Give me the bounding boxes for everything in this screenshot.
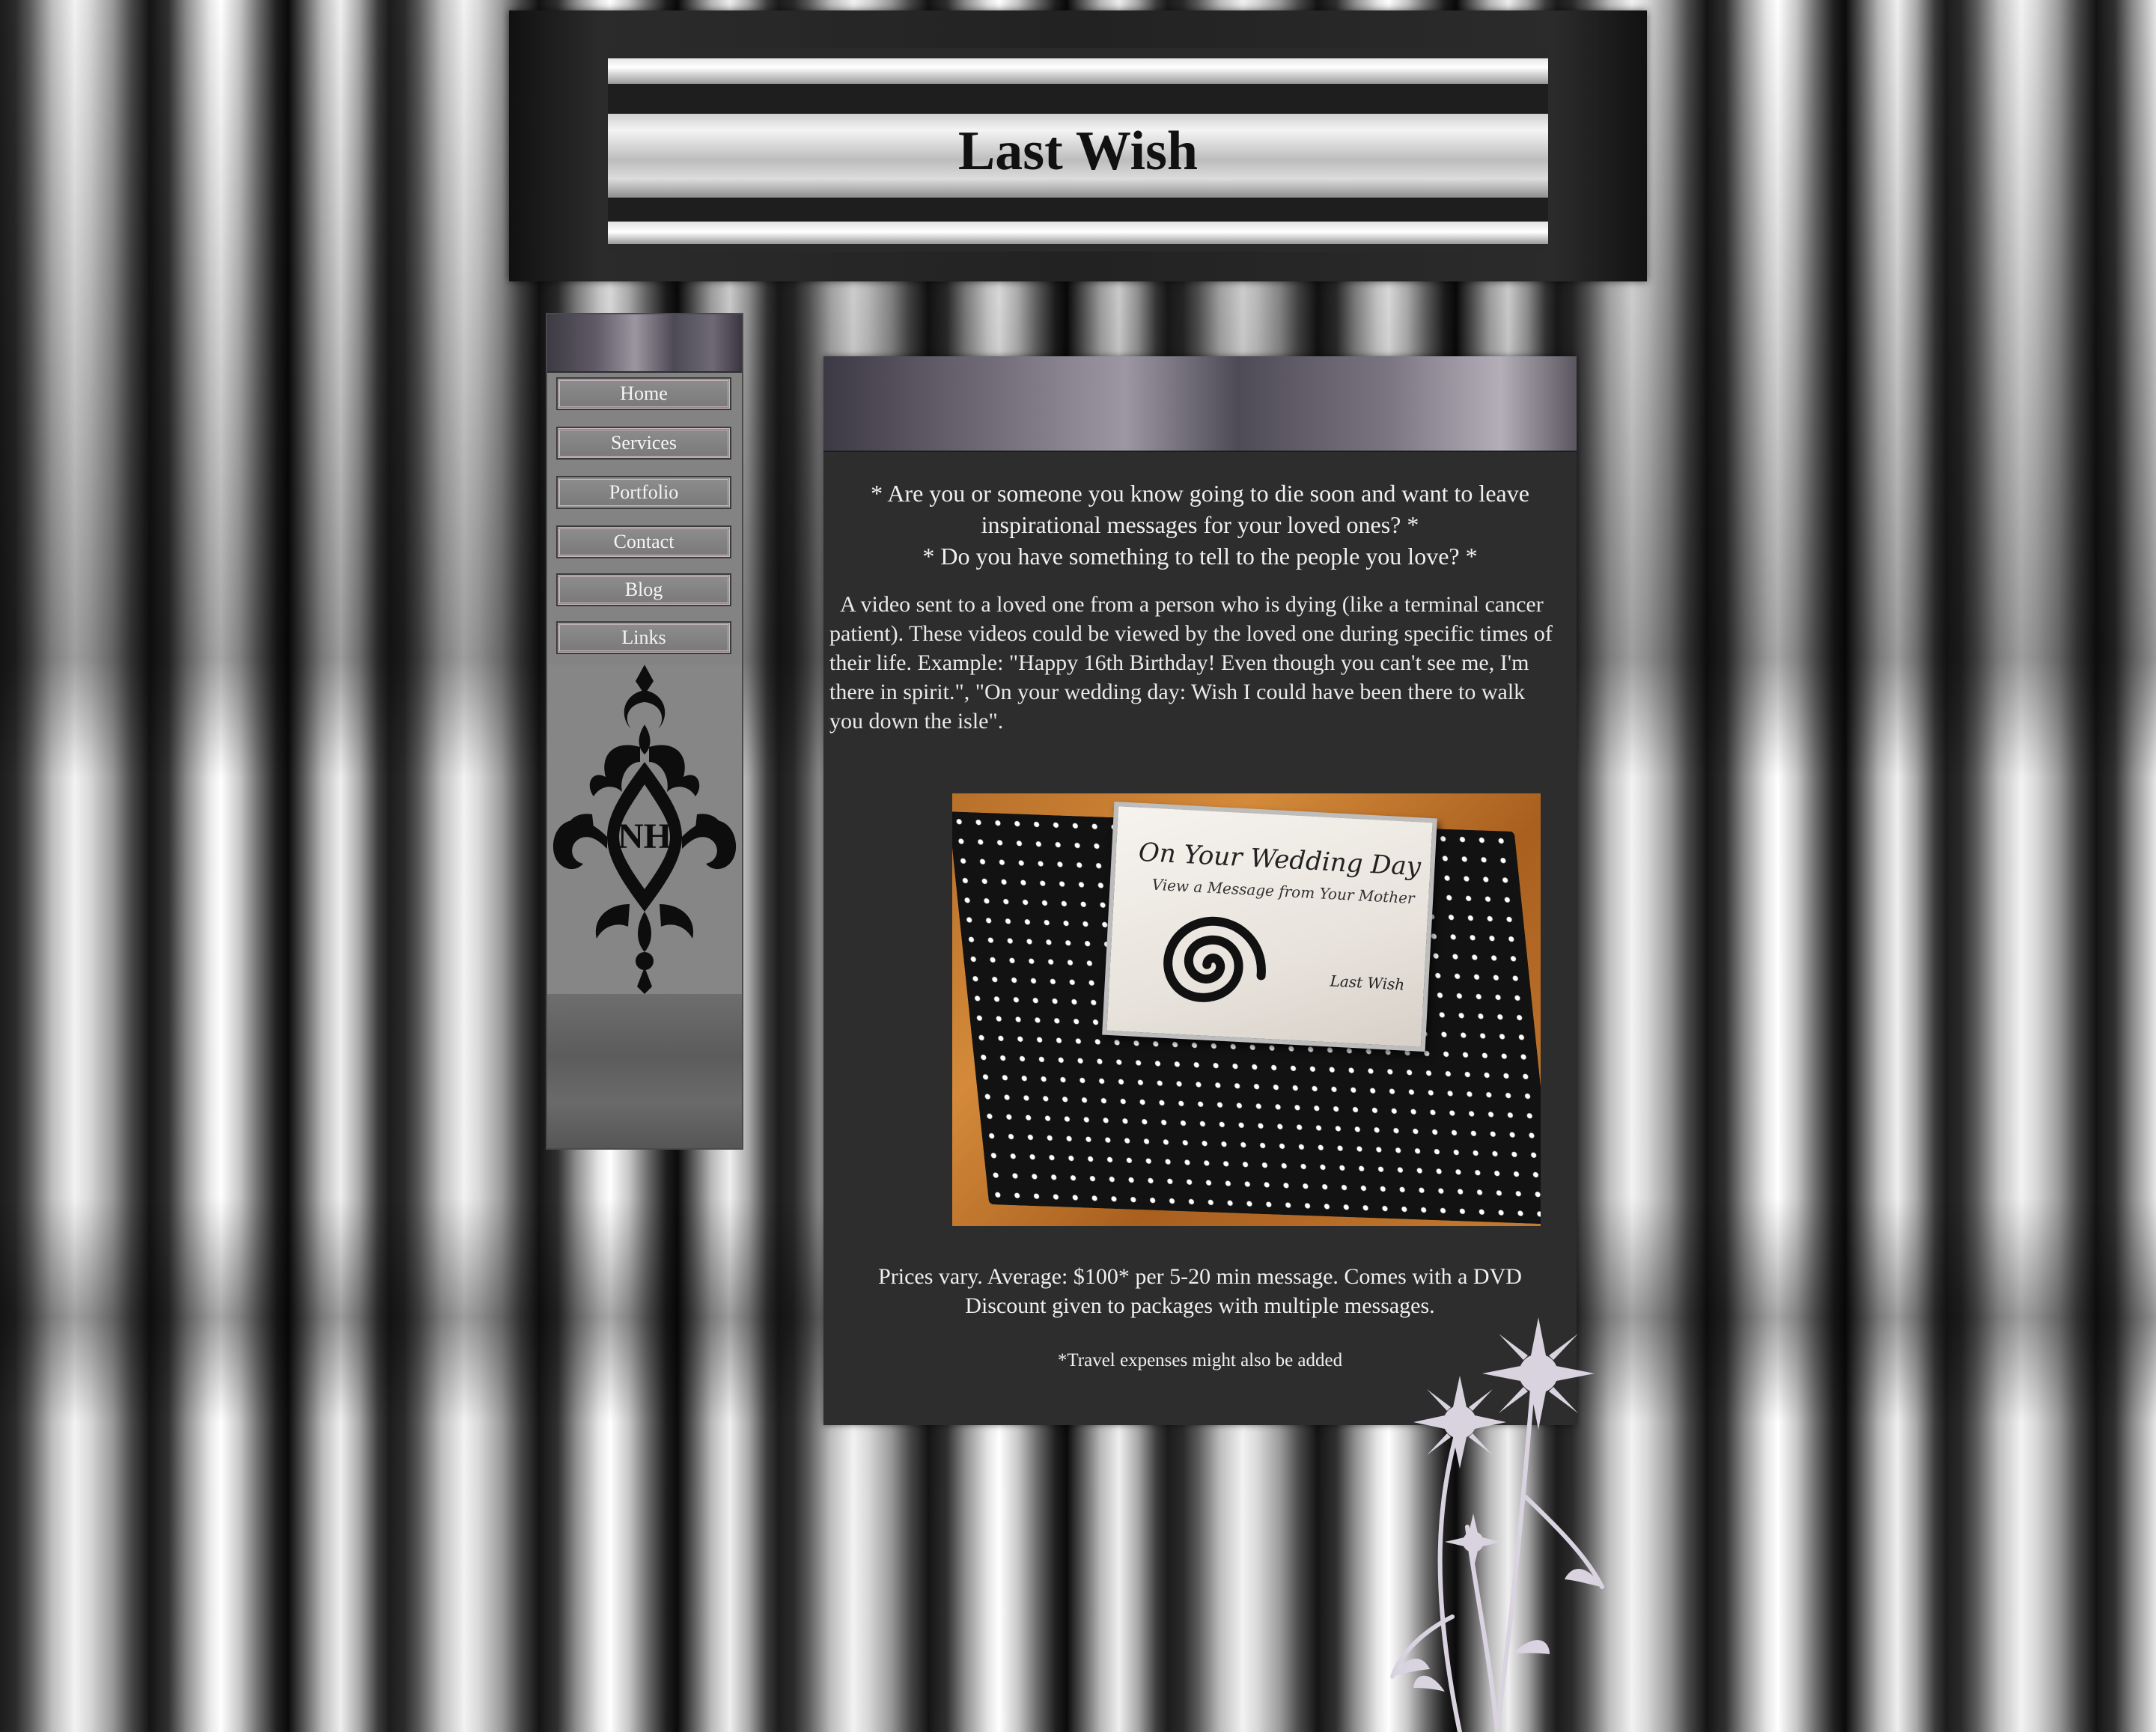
intro-question-2: * Do you have something to tell to the p… bbox=[922, 543, 1478, 570]
main-content: * Are you or someone you know going to d… bbox=[823, 356, 1577, 1425]
sidebar-cap bbox=[547, 314, 742, 373]
nav-home-button[interactable]: Home bbox=[556, 377, 731, 410]
intro-questions: * Are you or someone you know going to d… bbox=[837, 478, 1563, 572]
header-banner: Last Wish bbox=[608, 48, 1548, 251]
site-header: Last Wish bbox=[509, 10, 1647, 281]
site-title: Last Wish bbox=[957, 121, 1199, 182]
nav-blog-button[interactable]: Blog bbox=[556, 573, 731, 606]
swirl-icon bbox=[1163, 916, 1266, 1002]
nav-links-button[interactable]: Links bbox=[556, 621, 731, 654]
sidebar-bottom-panel bbox=[547, 994, 742, 1148]
sidebar: Home Services Portfolio Contact Blog Lin… bbox=[546, 313, 743, 1150]
content-header-bar bbox=[823, 356, 1577, 452]
nav-services-button[interactable]: Services bbox=[556, 427, 731, 460]
dvd-case-subtitle: View a Message from Your Mother bbox=[1151, 875, 1416, 908]
nav-portfolio-button[interactable]: Portfolio bbox=[556, 476, 731, 509]
emblem-monogram: NH bbox=[618, 817, 672, 856]
nav-contact-button[interactable]: Contact bbox=[556, 525, 731, 558]
intro-question-1: * Are you or someone you know going to d… bbox=[871, 480, 1529, 538]
dvd-case-title: On Your Wedding Day bbox=[1137, 837, 1422, 882]
flower-decoration-icon bbox=[1390, 1317, 1604, 1732]
pricing-line-1: Prices vary. Average: $100* per 5-20 min… bbox=[878, 1264, 1522, 1289]
product-photo: On Your Wedding Day View a Message from … bbox=[952, 793, 1541, 1226]
damask-emblem-icon: NH bbox=[552, 665, 737, 994]
service-description: A video sent to a loved one from a perso… bbox=[829, 592, 1553, 734]
sidebar-emblem: NH bbox=[547, 665, 742, 994]
dvd-case-signature: Last Wish bbox=[1330, 972, 1405, 994]
dvd-case: On Your Wedding Day View a Message from … bbox=[1102, 801, 1437, 1052]
